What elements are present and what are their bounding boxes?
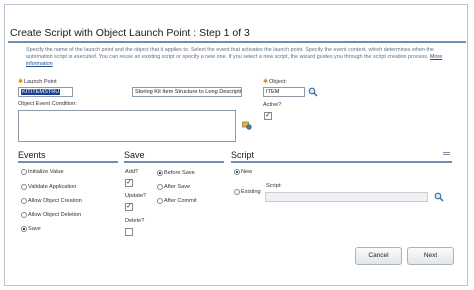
instructions: Specify the name of the launch point and… bbox=[26, 47, 456, 68]
event-option-allow-object-deletion[interactable]: Allow Object Deletion bbox=[21, 212, 81, 218]
save-option-before-save[interactable]: Before Save bbox=[157, 170, 195, 176]
radio-button[interactable] bbox=[21, 169, 27, 175]
required-icon: ✱ bbox=[18, 79, 24, 85]
radio-button-selected[interactable] bbox=[21, 226, 27, 232]
update-checkbox[interactable]: ✓ bbox=[125, 203, 133, 211]
magnifier-icon[interactable] bbox=[308, 87, 318, 97]
script-label: Script: bbox=[266, 183, 282, 189]
launch-point-input[interactable]: KITITEMSTRU bbox=[18, 87, 73, 97]
radio-button[interactable] bbox=[157, 198, 163, 204]
add-label: Add? bbox=[125, 169, 139, 175]
add-checkbox[interactable]: ✓ bbox=[125, 179, 133, 187]
title-divider bbox=[8, 41, 466, 43]
condition-textarea[interactable] bbox=[18, 110, 236, 142]
radio-button[interactable] bbox=[21, 212, 27, 218]
radio-button-selected[interactable] bbox=[157, 170, 163, 176]
radio-button[interactable] bbox=[21, 184, 27, 190]
script-section-title: Script bbox=[231, 150, 255, 160]
active-label: Active? bbox=[263, 102, 282, 108]
active-checkbox[interactable]: ✓ bbox=[264, 112, 272, 120]
save-option-after-commit[interactable]: After Commit bbox=[157, 198, 197, 204]
save-option-after-save[interactable]: After Save bbox=[157, 184, 190, 190]
radio-button[interactable] bbox=[157, 184, 163, 190]
radio-button[interactable] bbox=[234, 189, 240, 195]
events-section-title: Events bbox=[18, 150, 46, 160]
cancel-button[interactable]: Cancel bbox=[355, 247, 402, 265]
delete-label: Delete? bbox=[125, 218, 145, 224]
next-button[interactable]: Next bbox=[407, 247, 454, 265]
event-option-validate-application[interactable]: Validate Application bbox=[21, 184, 76, 190]
script-input[interactable] bbox=[265, 192, 428, 202]
events-divider bbox=[18, 161, 118, 163]
event-option-allow-object-creation[interactable]: Allow Object Creation bbox=[21, 198, 82, 204]
launch-point-description-input[interactable]: Storing Kit Item Structure to Long Descr… bbox=[132, 87, 242, 97]
radio-button-selected[interactable] bbox=[234, 169, 240, 175]
save-divider bbox=[124, 161, 224, 163]
dialog-title: Create Script with Object Launch Point :… bbox=[10, 27, 250, 39]
radio-button[interactable] bbox=[21, 198, 27, 204]
object-input[interactable]: ITEM bbox=[263, 87, 305, 97]
update-label: Update? bbox=[125, 193, 147, 199]
script-option-existing[interactable]: Existing bbox=[234, 189, 261, 195]
magnifier-icon[interactable] bbox=[434, 192, 444, 202]
launch-point-label: ✱Launch Point bbox=[18, 79, 57, 85]
event-option-initialize-value[interactable]: Initialize Value bbox=[21, 169, 64, 175]
instructions-text: Specify the name of the launch point and… bbox=[26, 47, 434, 60]
expression-builder-icon[interactable] bbox=[242, 120, 252, 130]
script-divider bbox=[231, 161, 452, 163]
object-label: ✱Object: bbox=[263, 79, 287, 85]
script-option-new[interactable]: New bbox=[234, 169, 252, 175]
event-option-save[interactable]: Save bbox=[21, 226, 41, 232]
collapse-section-icon[interactable] bbox=[443, 152, 450, 157]
required-icon: ✱ bbox=[263, 79, 269, 85]
save-section-title: Save bbox=[124, 150, 145, 160]
delete-checkbox[interactable] bbox=[125, 228, 133, 236]
condition-label: Object Event Condition: bbox=[18, 101, 77, 107]
